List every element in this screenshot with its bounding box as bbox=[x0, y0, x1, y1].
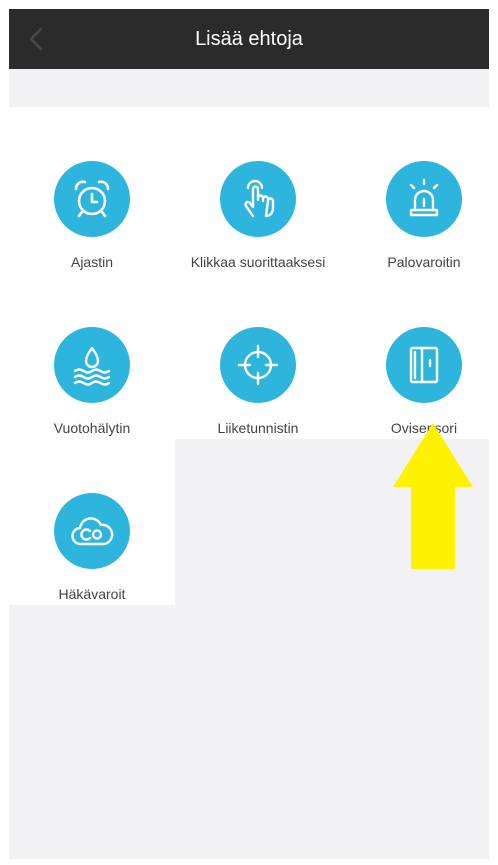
water-leak-icon-circle bbox=[54, 327, 130, 403]
navigation-bar: Lisää ehtoja bbox=[9, 9, 489, 69]
smoke-alarm-icon-circle bbox=[386, 161, 462, 237]
yellow-arrow-annotation bbox=[393, 423, 473, 569]
door-sensor-icon-circle bbox=[386, 327, 462, 403]
yellow-arrow-shape bbox=[393, 423, 473, 569]
app-screen: Lisää ehtoja Ajastin Klikkaa suorittaaks… bbox=[9, 9, 489, 859]
condition-label: Liiketunnistin bbox=[217, 420, 299, 436]
condition-label: Palovaroitin bbox=[387, 254, 461, 270]
water-leak-icon bbox=[73, 346, 111, 386]
alarm-clock-icon bbox=[74, 180, 110, 218]
condition-label: Häkävaroit bbox=[58, 586, 126, 602]
click-to-run-icon-circle bbox=[220, 161, 296, 237]
condition-tile-click-to-run[interactable]: Klikkaa suorittaaksesi bbox=[175, 161, 341, 311]
condition-tile-co-alarm[interactable]: Häkävaroit bbox=[9, 493, 175, 643]
door-sensor-icon bbox=[409, 346, 439, 384]
condition-tile-smoke-alarm[interactable]: Palovaroitin bbox=[341, 161, 489, 311]
condition-label: Klikkaa suorittaaksesi bbox=[190, 254, 326, 270]
condition-tile-timer[interactable]: Ajastin bbox=[9, 161, 175, 311]
condition-tile-motion-sensor[interactable]: Liiketunnistin bbox=[175, 327, 341, 477]
siren-alarm-icon bbox=[409, 178, 439, 217]
motion-sensor-icon-circle bbox=[220, 327, 296, 403]
page-title: Lisää ehtoja bbox=[195, 28, 303, 50]
condition-label: Ajastin bbox=[70, 254, 114, 270]
co-alarm-icon-circle bbox=[54, 493, 130, 569]
co-cloud-icon bbox=[71, 517, 114, 546]
condition-tile-water-leak[interactable]: Vuotohälytin bbox=[9, 327, 175, 477]
condition-label: Vuotohälytin bbox=[53, 420, 131, 436]
crosshair-icon bbox=[237, 344, 279, 386]
timer-icon-circle bbox=[54, 161, 130, 237]
tap-hand-icon bbox=[244, 179, 275, 218]
